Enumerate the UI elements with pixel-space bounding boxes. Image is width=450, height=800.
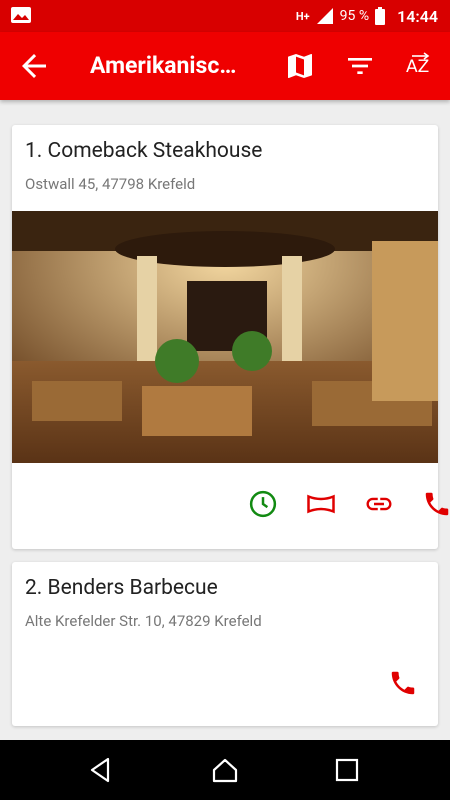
- opening-hours-icon[interactable]: [248, 489, 278, 519]
- phone-icon[interactable]: [422, 489, 450, 519]
- clock: 14:44: [397, 6, 438, 26]
- filter-icon[interactable]: [344, 50, 376, 82]
- link-icon[interactable]: [364, 489, 394, 519]
- image-icon: [11, 7, 31, 23]
- status-bar: H+ 95 % 14:44: [0, 0, 450, 32]
- home-icon[interactable]: [210, 756, 240, 784]
- restaurant-address: Alte Krefelder Str. 10, 47829 Krefeld: [25, 612, 262, 630]
- sort-az-icon[interactable]: AZ: [404, 50, 436, 82]
- recents-icon[interactable]: [332, 756, 362, 784]
- network-type: H+: [295, 9, 310, 23]
- back-arrow-icon[interactable]: [16, 48, 52, 84]
- battery-percent: 95 %: [339, 8, 370, 24]
- restaurant-card[interactable]: 2. Benders Barbecue Alte Krefelder Str. …: [12, 562, 438, 726]
- phone-icon[interactable]: [388, 668, 418, 698]
- restaurant-card[interactable]: 1. Comeback Steakhouse Ostwall 45, 47798…: [12, 125, 449, 549]
- restaurant-name: 1. Comeback Steakhouse: [25, 139, 263, 163]
- system-nav-bar: [0, 740, 450, 800]
- restaurant-photo: [12, 211, 438, 463]
- svg-text:AZ: AZ: [406, 57, 429, 77]
- map-icon[interactable]: [284, 50, 316, 82]
- page-title: Amerikanisc…: [90, 52, 237, 79]
- network-signal-icon: [316, 8, 333, 24]
- battery-icon: [375, 7, 386, 25]
- restaurant-list: 1. Comeback Steakhouse Ostwall 45, 47798…: [0, 100, 450, 740]
- app-bar: Amerikanisc… AZ: [0, 32, 450, 100]
- restaurant-address: Ostwall 45, 47798 Krefeld: [25, 175, 196, 193]
- back-triangle-icon[interactable]: [86, 756, 116, 784]
- menu-icon[interactable]: [306, 489, 336, 519]
- restaurant-name: 2. Benders Barbecue: [25, 576, 218, 600]
- status-right: H+ 95 % 14:44: [296, 0, 438, 32]
